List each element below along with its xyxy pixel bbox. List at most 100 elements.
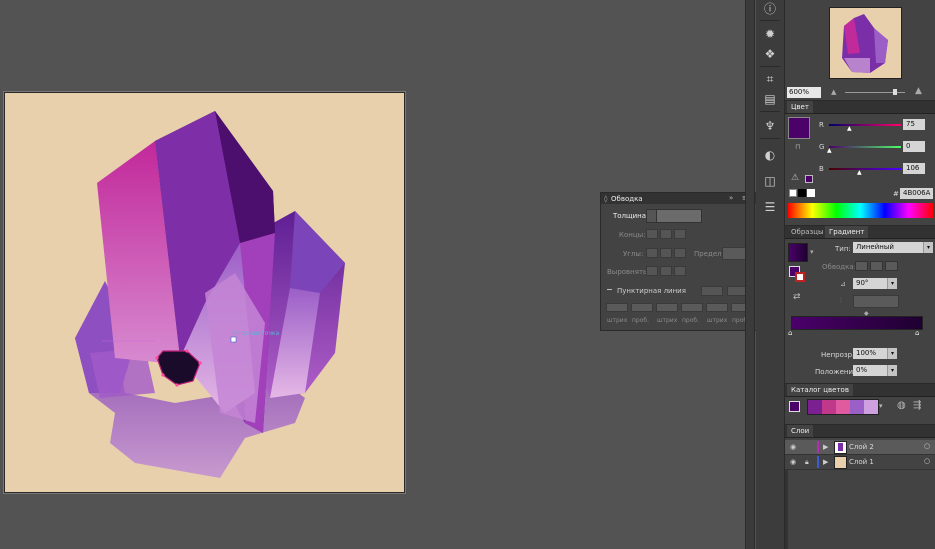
layer-target-icon[interactable]: ○ (924, 442, 930, 450)
right-panel-dock: 600% ▲ ▲ Цвет ⊓ R ▲ 75 G ▲ 0 B ▲ 106 ⚠ #… (785, 0, 935, 549)
b-field[interactable]: 106 (903, 163, 925, 174)
stroke-weight-field[interactable] (656, 209, 702, 223)
harmony-dropdown-icon[interactable]: ▾ (879, 402, 883, 410)
zoom-in-icon[interactable]: ▲ (915, 86, 922, 96)
angle-field[interactable]: 90° ▾ (853, 278, 897, 289)
cap-round-button[interactable] (660, 229, 672, 239)
tab-color-guide[interactable]: Каталог цветов (787, 384, 853, 396)
panel-collapse-icon[interactable]: ◊ (604, 195, 607, 203)
align-center-button[interactable] (646, 266, 658, 276)
g-slider[interactable] (829, 146, 901, 148)
info-icon[interactable]: ⓘ (761, 0, 779, 18)
gamut-swatch[interactable] (805, 175, 813, 183)
color-panel-header[interactable]: Цвет (785, 100, 935, 114)
edit-colors-icon[interactable]: ◍ (897, 400, 906, 411)
tab-layers[interactable]: Слои (787, 425, 814, 437)
align-inside-button[interactable] (660, 266, 672, 276)
corner-round-button[interactable] (660, 248, 672, 258)
dash-field-2[interactable] (656, 303, 678, 312)
layer-target-icon[interactable]: ○ (924, 457, 930, 465)
brightness-icon[interactable]: ✹ (761, 25, 779, 43)
location-field[interactable]: 0% ▾ (853, 365, 897, 376)
zoom-field[interactable]: 600% (787, 87, 821, 98)
gradient-stroke-label: Обводка: (822, 263, 856, 271)
layer-name[interactable]: Слой 1 (849, 458, 874, 466)
g-label: G (819, 143, 825, 151)
tab-swatches[interactable]: Образцы (787, 226, 828, 238)
b-slider[interactable] (829, 168, 901, 170)
visibility-eye-icon[interactable]: ◉ (790, 458, 796, 466)
visibility-eye-icon[interactable]: ◉ (790, 443, 796, 451)
b-slider-thumb[interactable]: ▲ (857, 169, 862, 176)
expand-layer-icon[interactable]: ▶ (823, 443, 828, 451)
layer-name[interactable]: Слой 2 (849, 443, 874, 451)
stroke-swatch-icon[interactable]: ⊓ (795, 143, 800, 151)
cap-butt-button[interactable] (646, 229, 658, 239)
dash-field-3[interactable] (706, 303, 728, 312)
corner-bevel-button[interactable] (674, 248, 686, 258)
navigator-thumbnail[interactable] (829, 7, 902, 79)
dash-preserve-button[interactable] (701, 286, 723, 296)
stroke-panel-header[interactable]: ◊ Обводка » ≡ (601, 193, 756, 204)
opacity-field[interactable]: 100% ▾ (853, 348, 897, 359)
out-of-gamut-icon[interactable]: ⚠ (791, 173, 799, 183)
stroke-across-button[interactable] (885, 261, 898, 271)
color-tab[interactable]: Цвет (787, 101, 813, 113)
crystal-artwork[interactable] (5, 93, 404, 492)
layers-scrollbar[interactable] (785, 470, 788, 549)
aspect-ratio-field[interactable] (853, 295, 899, 308)
align-outside-button[interactable] (674, 266, 686, 276)
none-swatch[interactable] (789, 189, 797, 197)
r-slider-thumb[interactable]: ▲ (847, 125, 852, 132)
zoom-slider-thumb[interactable] (893, 89, 897, 95)
hex-field[interactable]: 4B006A (900, 188, 933, 199)
save-group-icon[interactable]: ⇶ (913, 400, 921, 411)
base-color-swatch[interactable] (789, 401, 800, 412)
align-icon[interactable]: ▤ (761, 90, 779, 108)
transform-icon[interactable]: ⌗ (761, 70, 779, 88)
appearance-icon[interactable]: ◐ (761, 146, 779, 164)
gap-field-1[interactable] (631, 303, 653, 312)
panel-expand-icon[interactable]: » (729, 194, 733, 202)
artboard[interactable] (4, 92, 405, 493)
dashed-checkbox[interactable] (607, 289, 612, 290)
cap-square-button[interactable] (674, 229, 686, 239)
harmony-rules-preview[interactable] (807, 399, 879, 415)
dash-field-1[interactable] (606, 303, 628, 312)
color-spectrum[interactable] (788, 203, 933, 218)
gradient-stop-end[interactable]: ⌂ (915, 329, 919, 337)
gap-label-1: проб. (632, 317, 650, 324)
gradient-slider[interactable] (791, 316, 923, 330)
stroke-within-button[interactable] (855, 261, 868, 271)
corner-miter-button[interactable] (646, 248, 658, 258)
layer-row[interactable]: ◉ 🔒︎ ▶ Слой 1 ○ (785, 455, 935, 470)
gradient-preview-swatch[interactable] (788, 243, 808, 262)
stroke-panel-icon[interactable]: ☰ (761, 198, 779, 216)
layer-row[interactable]: ◉ ▶ Слой 2 ○ (785, 440, 935, 455)
layer-thumbnail (834, 441, 847, 454)
lock-icon[interactable]: 🔒︎ (805, 458, 809, 467)
reverse-gradient-icon[interactable]: ⇄ (793, 292, 801, 302)
gradient-type-select[interactable]: Линейный ▾ (853, 242, 933, 253)
stroke-along-button[interactable] (870, 261, 883, 271)
gradient-stop-start[interactable]: ⌂ (788, 329, 792, 337)
zoom-out-icon[interactable]: ▲ (831, 88, 836, 96)
gradient-preview-dropdown-icon[interactable]: ▾ (810, 248, 814, 256)
g-field[interactable]: 0 (903, 141, 925, 152)
black-swatch[interactable] (798, 189, 806, 197)
r-field[interactable]: 75 (903, 119, 925, 130)
panel-dock-divider[interactable] (745, 0, 755, 549)
g-slider-thumb[interactable]: ▲ (827, 147, 832, 154)
brushes-icon[interactable]: ♆ (761, 117, 779, 135)
symbols-icon[interactable]: ❖ (761, 45, 779, 63)
stroke-indicator[interactable] (795, 272, 805, 282)
artboards-icon[interactable]: ◫ (761, 172, 779, 190)
tab-gradient[interactable]: Градиент (825, 226, 869, 238)
r-label: R (819, 121, 824, 129)
white-swatch[interactable] (807, 189, 815, 197)
expand-layer-icon[interactable]: ▶ (823, 458, 828, 466)
dash-label-1: штрих (607, 317, 628, 324)
gap-field-2[interactable] (681, 303, 703, 312)
r-slider[interactable] (829, 124, 901, 126)
fill-swatch[interactable] (788, 117, 810, 139)
